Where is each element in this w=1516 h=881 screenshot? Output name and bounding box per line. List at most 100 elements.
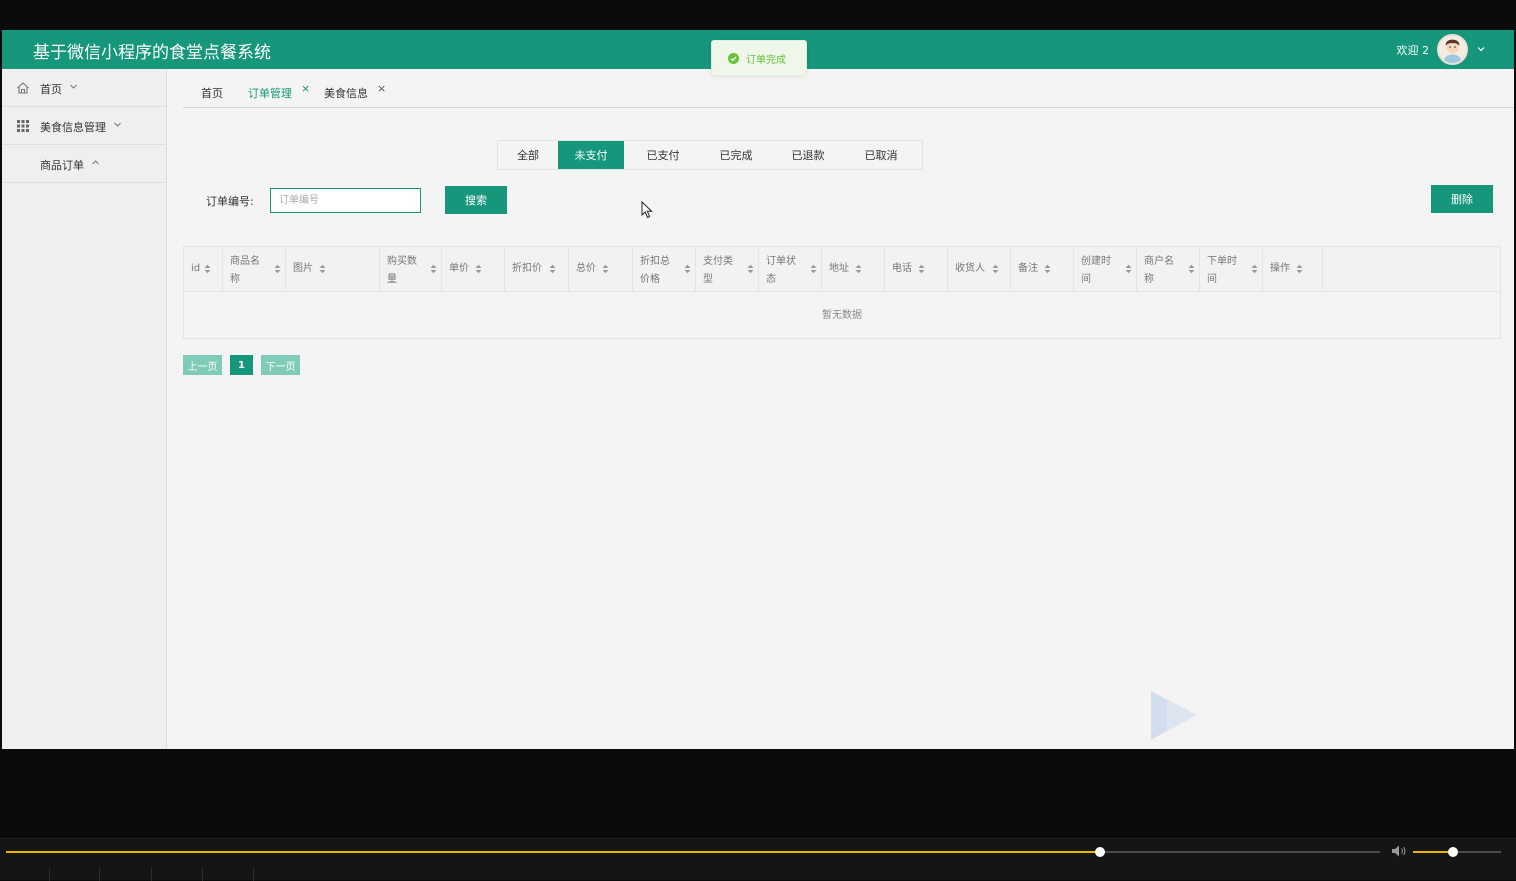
- column-header-text: 单价: [449, 263, 469, 274]
- sort-icon[interactable]: [319, 264, 326, 274]
- sort-icon[interactable]: [602, 264, 609, 274]
- sidebar-item-orders[interactable]: 商品订单: [2, 145, 166, 183]
- column-header-label: 图片: [293, 260, 313, 278]
- column-header-text: 量: [387, 274, 397, 285]
- sort-icon[interactable]: [684, 264, 691, 274]
- sort-icon[interactable]: [1044, 264, 1051, 274]
- column-header-label: 地址: [829, 260, 849, 278]
- column-header-label: 收货人: [955, 260, 985, 278]
- column-header-label: id: [191, 260, 200, 278]
- tab-order-management[interactable]: 订单管理: [248, 85, 292, 101]
- close-icon[interactable]: ×: [377, 82, 386, 95]
- status-refunded[interactable]: 已退款: [770, 141, 846, 169]
- home-icon: [17, 82, 29, 94]
- column-header-text: 商品名: [230, 256, 260, 267]
- delete-button[interactable]: 删除: [1431, 185, 1493, 213]
- toolbar-segment: [152, 867, 203, 881]
- sort-icon[interactable]: [1296, 264, 1303, 274]
- mouse-cursor-icon: [641, 201, 653, 219]
- column-header-label: 折扣总 价格: [640, 253, 670, 289]
- page-tabs: 首页 订单管理 × 美食信息 ×: [183, 69, 1514, 108]
- search-button[interactable]: 搜索: [445, 186, 507, 214]
- sidebar-item-food-management[interactable]: 美食信息管理: [2, 107, 166, 145]
- column-header-label: 支付类型: [703, 253, 733, 289]
- column-header-label: 单价: [449, 260, 469, 278]
- column-header[interactable]: 订单状态: [759, 247, 822, 292]
- column-header[interactable]: 商品名称: [223, 247, 286, 292]
- sidebar-item-label: 首页: [40, 83, 62, 96]
- column-header-text: id: [191, 263, 201, 274]
- column-header-label: 备注: [1018, 260, 1038, 278]
- column-header-text: 下单时: [1207, 256, 1237, 267]
- next-page-button[interactable]: 下一页: [261, 355, 300, 375]
- status-paid[interactable]: 已支付: [624, 141, 702, 169]
- column-header-text: 型: [703, 274, 713, 285]
- sort-icon[interactable]: [475, 264, 482, 274]
- column-header[interactable]: 商户名称: [1137, 247, 1200, 292]
- column-header[interactable]: 购买数量: [380, 247, 442, 292]
- page-number-button[interactable]: 1: [230, 355, 253, 375]
- column-header[interactable]: 操作: [1263, 247, 1323, 292]
- progress-handle[interactable]: [1094, 847, 1105, 857]
- volume-fill: [1413, 851, 1453, 853]
- sort-icon[interactable]: [747, 264, 754, 274]
- column-header[interactable]: 收货人: [948, 247, 1011, 292]
- sort-icon[interactable]: [810, 264, 817, 274]
- sort-icon[interactable]: [1251, 264, 1258, 274]
- progress-slider[interactable]: [6, 847, 1380, 857]
- column-header[interactable]: 下单时间: [1200, 247, 1263, 292]
- sort-icon[interactable]: [918, 264, 925, 274]
- column-header[interactable]: 支付类型: [696, 247, 759, 292]
- grid-icon: [17, 120, 29, 132]
- column-header-text: 图片: [293, 263, 313, 274]
- column-header-text: 支付类: [703, 256, 733, 267]
- column-header[interactable]: 创建时间: [1074, 247, 1137, 292]
- toast-message: 订单完成: [746, 54, 786, 66]
- sort-icon[interactable]: [549, 264, 556, 274]
- sidebar-item-home[interactable]: 首页: [2, 69, 166, 107]
- sort-icon[interactable]: [430, 264, 437, 274]
- prev-page-button[interactable]: 上一页: [183, 355, 222, 375]
- user-avatar[interactable]: [1437, 34, 1468, 65]
- column-header[interactable]: 单价: [442, 247, 505, 292]
- column-header[interactable]: 折扣价: [505, 247, 569, 292]
- column-header-text: 态: [766, 274, 776, 285]
- sidebar: 首页 美食信息管理 商品订单: [2, 69, 167, 749]
- volume-icon[interactable]: [1391, 844, 1407, 858]
- status-completed[interactable]: 已完成: [702, 141, 770, 169]
- sort-icon[interactable]: [274, 264, 281, 274]
- column-header-text: 备注: [1018, 263, 1038, 274]
- volume-slider[interactable]: [1413, 847, 1501, 857]
- column-header[interactable]: 备注: [1011, 247, 1074, 292]
- column-header[interactable]: 折扣总 价格: [633, 247, 696, 292]
- sort-icon[interactable]: [1188, 264, 1195, 274]
- status-cancelled[interactable]: 已取消: [846, 141, 916, 169]
- sort-icon[interactable]: [992, 264, 999, 274]
- volume-handle[interactable]: [1447, 847, 1458, 857]
- check-circle-icon: [728, 52, 739, 64]
- tab-home[interactable]: 首页: [201, 85, 223, 101]
- sort-icon[interactable]: [204, 264, 211, 274]
- sort-icon[interactable]: [855, 264, 862, 274]
- order-number-input[interactable]: [270, 188, 421, 213]
- column-header-text: 商户名: [1144, 256, 1174, 267]
- column-header-text: 收货人: [955, 263, 985, 274]
- chevron-down-icon[interactable]: [1476, 44, 1486, 54]
- column-header-text: 创建时: [1081, 256, 1111, 267]
- watermark-logo: [1151, 691, 1197, 740]
- column-header[interactable]: 地址: [822, 247, 885, 292]
- status-all[interactable]: 全部: [498, 141, 558, 169]
- column-header-label: 商户名称: [1144, 253, 1174, 289]
- column-header-label: 下单时间: [1207, 253, 1237, 289]
- status-unpaid[interactable]: 未支付: [558, 141, 624, 169]
- sort-icon[interactable]: [1125, 264, 1132, 274]
- column-header[interactable]: 总价: [569, 247, 633, 292]
- column-header[interactable]: 图片: [286, 247, 380, 292]
- column-header-text: 操作: [1270, 263, 1290, 274]
- column-header-text: 折扣价: [512, 263, 542, 274]
- column-header[interactable]: 电话: [885, 247, 948, 292]
- chevron-down-icon: [114, 122, 121, 127]
- close-icon[interactable]: ×: [301, 82, 310, 95]
- column-header[interactable]: id: [184, 247, 223, 292]
- tab-food-info[interactable]: 美食信息: [324, 85, 368, 101]
